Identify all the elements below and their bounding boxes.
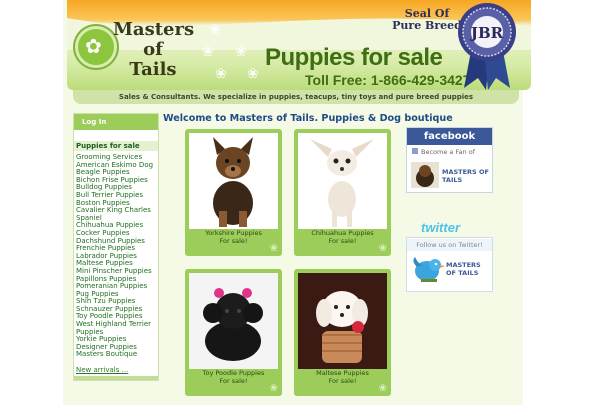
paw-print-icon: ❀ — [209, 22, 221, 38]
paw-print-icon: ❀ — [378, 243, 387, 254]
new-arrivals-link[interactable]: New arrivals ... — [76, 366, 128, 374]
twitter-follow-text: Follow us on Twitter! — [407, 239, 492, 251]
brand-line-2: of — [143, 39, 163, 60]
facebook-fan-text: Become a Fan of — [407, 145, 492, 156]
toll-free-number: Toll Free: 1-866-429-3427 — [305, 72, 471, 88]
sidebar-footer-bar — [74, 376, 158, 380]
facebook-logo[interactable]: facebook — [407, 128, 492, 145]
card-subtitle: For sale! — [219, 376, 248, 385]
brand-line-3: Tails — [129, 59, 177, 80]
facebook-name-line-1: MASTERS OF — [442, 168, 489, 176]
chihuahua-puppy-photo[interactable] — [298, 133, 387, 229]
page: ✿ Masters of Tails ❀ ❀ ❀ ❀ ❀ Puppies for… — [0, 0, 600, 405]
twitter-name-line-2: OF TAILS — [446, 269, 479, 277]
paw-print-icon: ❀ — [215, 66, 227, 82]
maltese-puppy-photo[interactable] — [298, 273, 387, 369]
card-subtitle: For sale! — [219, 236, 248, 245]
toy-poodle-puppy-photo[interactable] — [189, 273, 278, 369]
seal-initials: JBR — [469, 24, 504, 42]
puppy-card-toy-poodle[interactable]: Toy Poodle Puppies For sale! ❀ — [185, 269, 282, 396]
puppy-card-yorkshire[interactable]: Yorkshire Puppies For sale! ❀ — [185, 129, 282, 256]
login-button[interactable]: Log In — [74, 114, 158, 130]
header-title: Puppies for sale — [265, 44, 443, 71]
site-logo-text[interactable]: Masters of Tails — [113, 19, 195, 80]
tagline: Sales & Consultants. We specialize in pu… — [73, 90, 519, 104]
facebook-page-thumbnail[interactable] — [411, 162, 439, 188]
facebook-icon — [412, 148, 418, 154]
paw-print-icon: ❀ — [378, 383, 387, 394]
twitter-name-line-1: MASTERS — [446, 261, 481, 269]
twitter-widget[interactable]: Follow us on Twitter! MASTERS OF TAILS — [406, 237, 493, 292]
twitter-logo[interactable]: twitter — [421, 220, 460, 235]
fan-text: Become a Fan of — [421, 148, 476, 156]
category-heading[interactable]: Puppies for sale — [74, 141, 158, 151]
paw-print-icon: ❀ — [269, 383, 278, 394]
card-subtitle: For sale! — [328, 236, 357, 245]
facebook-page-name[interactable]: MASTERS OF TAILS — [442, 168, 489, 184]
paw-print-icon: ❀ — [269, 243, 278, 254]
card-caption: Chihuahua Puppies For sale! — [294, 229, 391, 245]
pure-breed-seal-icon: JBR — [458, 3, 516, 90]
twitter-account-name[interactable]: MASTERS OF TAILS — [446, 261, 481, 277]
puppy-card-maltese[interactable]: Maltese Puppies For sale! ❀ — [294, 269, 391, 396]
card-caption: Maltese Puppies For sale! — [294, 369, 391, 385]
twitter-bird-icon[interactable] — [411, 255, 445, 285]
brand-line-1: Masters — [113, 19, 195, 40]
card-caption: Yorkshire Puppies For sale! — [185, 229, 282, 245]
site-header: ✿ Masters of Tails ❀ ❀ ❀ ❀ ❀ Puppies for… — [67, 0, 531, 90]
facebook-widget[interactable]: facebook Become a Fan of MASTERS OF TAIL… — [406, 127, 493, 193]
yorkshire-puppy-photo[interactable] — [189, 133, 278, 229]
paw-print-icon: ❀ — [247, 66, 259, 82]
paw-logo-icon[interactable]: ✿ — [75, 26, 117, 68]
welcome-heading: Welcome to Masters of Tails. Puppies & D… — [163, 113, 453, 124]
puppy-card-chihuahua[interactable]: Chihuahua Puppies For sale! ❀ — [294, 129, 391, 256]
card-caption: Toy Poodle Puppies For sale! — [185, 369, 282, 385]
paw-print-icon: ❀ — [202, 44, 214, 60]
sidebar: Log In Puppies for sale Grooming Service… — [73, 113, 159, 381]
category-list: Grooming Services American Eskimo Dog Beag… — [76, 153, 158, 359]
facebook-name-line-2: TAILS — [442, 176, 463, 184]
paw-print-icon: ❀ — [235, 44, 247, 60]
card-subtitle: For sale! — [328, 376, 357, 385]
sidebar-category-item[interactable]: Masters Boutique — [76, 351, 158, 359]
